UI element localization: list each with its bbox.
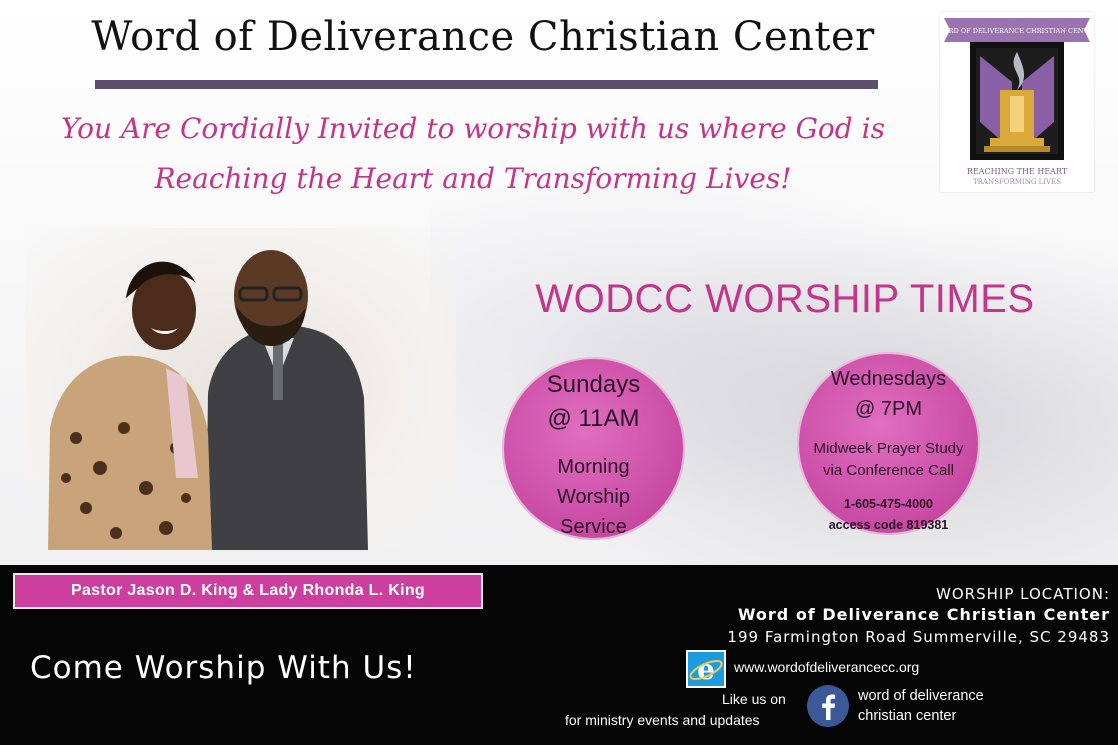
wednesday-day: Wednesdays <box>830 368 947 390</box>
wednesday-desc-2: via Conference Call <box>823 462 954 479</box>
come-worship-text: Come Worship With Us! <box>30 650 417 686</box>
location-name: Word of Deliverance Christian Center <box>737 605 1110 624</box>
title-divider <box>95 80 878 89</box>
logo-banner-text: WORD OF DELIVERANCE CHRISTIAN CENTER <box>940 27 1094 35</box>
logo-tagline-2: TRANSFORMING LIVES <box>973 178 1061 186</box>
location-address: 199 Farmington Road Summerville, SC 2948… <box>727 628 1110 646</box>
sunday-service-circle: Sundays @ 11AM Morning Worship Service <box>502 357 685 540</box>
invitation-line-1: You Are Cordially Invited to worship wit… <box>61 112 885 145</box>
facebook-page-line-2: christian center <box>858 708 957 724</box>
wednesday-desc-1: Midweek Prayer Study <box>813 440 964 457</box>
invitation-text: You Are Cordially Invited to worship wit… <box>18 104 928 204</box>
wednesday-time: @ 7PM <box>855 398 922 420</box>
pastors-photo <box>26 228 456 550</box>
svg-text:e: e <box>697 653 715 686</box>
conference-phone: 1-605-475-4000 <box>844 497 933 511</box>
sunday-desc-3: Service <box>560 516 627 538</box>
facebook-page-name[interactable]: word of deliverance christian center <box>858 686 984 726</box>
facebook-icon[interactable] <box>806 684 850 728</box>
like-us-text: Like us on <box>722 691 786 707</box>
worship-times-heading: WODCC WORSHIP TIMES <box>535 277 1035 321</box>
location-label: WORSHIP LOCATION: <box>936 585 1110 603</box>
facebook-page-line-1: word of deliverance <box>858 688 984 704</box>
wednesday-service-circle: Wednesdays @ 7PM Midweek Prayer Study vi… <box>797 352 980 535</box>
sunday-desc-1: Morning <box>557 456 630 478</box>
pastors-illustration <box>48 250 368 550</box>
flyer: Word of Deliverance Christian Center You… <box>0 0 1118 745</box>
logo-tagline-1: REACHING THE HEART <box>967 167 1068 176</box>
website-link[interactable]: www.wordofdeliverancecc.org <box>734 659 919 675</box>
conference-access-code: access code 819381 <box>828 518 949 532</box>
sunday-day: Sundays <box>546 371 641 398</box>
pastors-name-banner: Pastor Jason D. King & Lady Rhonda L. Ki… <box>13 573 483 609</box>
sunday-desc-2: Worship <box>557 486 630 508</box>
internet-explorer-icon: e <box>686 650 726 688</box>
sunday-time: @ 11AM <box>547 405 640 432</box>
church-logo: WORD OF DELIVERANCE CHRISTIAN CENTER REA… <box>940 12 1094 192</box>
church-title: Word of Deliverance Christian Center <box>91 14 875 60</box>
ministry-updates-text: for ministry events and updates <box>565 712 760 728</box>
invitation-line-2: Reaching the Heart and Transforming Live… <box>154 162 792 195</box>
church-logo-icon: WORD OF DELIVERANCE CHRISTIAN CENTER REA… <box>940 18 1094 186</box>
